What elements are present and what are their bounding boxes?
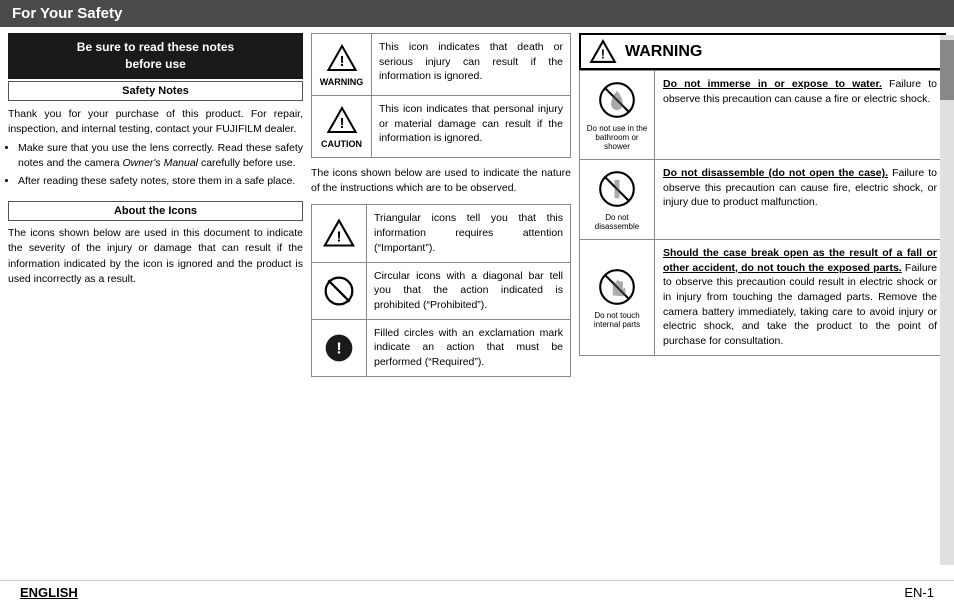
right-icon-cell-2: Do not disassemble <box>580 160 655 239</box>
page-title: For Your Safety <box>12 5 122 22</box>
right-desc-3-bold: Should the case break open as the result… <box>663 247 937 274</box>
warning-row-2: ! CAUTION This icon indicates that perso… <box>312 96 570 157</box>
page-container: For Your Safety Be sure to read these no… <box>0 0 954 604</box>
icons-used-text: The icons shown below are used to indica… <box>311 166 571 196</box>
icon-ex-row-2: Circular icons with a diagonal bar tell … <box>312 263 570 320</box>
icon-ex-desc-3: Filled circles with an exclamation mark … <box>367 320 570 376</box>
warning-title-row: ! WARNING <box>579 33 946 70</box>
right-icon-label-3: Do not touch internal parts <box>584 311 650 329</box>
right-warning-box: Do not use in the bathroom or shower Do … <box>579 70 946 356</box>
body-text: Thank you for your purchase of this prod… <box>8 107 303 137</box>
caution-triangle-icon: ! <box>326 104 358 136</box>
warning-desc-1: This icon indicates that death or seriou… <box>372 34 570 95</box>
right-desc-1: Do not immerse in or expose to water. Fa… <box>655 71 945 159</box>
right-desc-2: Do not disassemble (do not open the case… <box>655 160 945 239</box>
triangle-ex-icon: ! <box>322 218 356 248</box>
caution-label: CAUTION <box>321 139 362 149</box>
no-disassemble-icon <box>596 168 638 210</box>
svg-text:!: ! <box>337 229 342 246</box>
right-icon-cell-1: Do not use in the bathroom or shower <box>580 71 655 159</box>
right-desc-3: Should the case break open as the result… <box>655 240 945 355</box>
right-warning-row-2: Do not disassemble Do not disassemble (d… <box>580 160 945 240</box>
no-water-icon <box>596 79 638 121</box>
warning-title-icon: ! <box>589 39 617 64</box>
icon-examples-table: ! Triangular icons tell you that this in… <box>311 204 571 376</box>
bullet-item-2: After reading these safety notes, store … <box>18 174 303 189</box>
right-warning-row-1: Do not use in the bathroom or shower Do … <box>580 71 945 160</box>
right-desc-2-bold: Do not disassemble (do not open the case… <box>663 167 888 179</box>
svg-text:!: ! <box>339 116 344 132</box>
warning-table: ! WARNING This icon indicates that death… <box>311 33 571 158</box>
safety-header-line2: before use <box>125 57 186 71</box>
middle-column: ! WARNING This icon indicates that death… <box>311 33 571 574</box>
right-column: ! WARNING Do not use in the bathroom or … <box>579 33 946 574</box>
page-header: For Your Safety <box>0 0 954 27</box>
icon-ex-row-3: ! Filled circles with an exclamation mar… <box>312 320 570 376</box>
warning-icon-cell: ! WARNING <box>312 34 372 95</box>
bullet-list: Make sure that you use the lens correctl… <box>8 141 303 193</box>
triangle-ex-cell: ! <box>312 205 367 261</box>
filled-circle-ex-icon: ! <box>323 332 355 364</box>
footer: ENGLISH EN-1 <box>0 580 954 604</box>
warning-title-text: WARNING <box>625 43 702 61</box>
no-touch-icon <box>596 266 638 308</box>
svg-text:!: ! <box>336 340 341 357</box>
icon-ex-desc-1: Triangular icons tell you that this info… <box>367 205 570 261</box>
svg-text:!: ! <box>339 54 344 70</box>
safety-header-line1: Be sure to read these notes <box>77 40 234 54</box>
circle-slash-ex-cell <box>312 263 367 319</box>
about-icons-label: About the Icons <box>8 201 303 221</box>
scrollbar-thumb[interactable] <box>940 40 954 100</box>
footer-language: ENGLISH <box>20 585 78 600</box>
about-icons-text: The icons shown below are used in this d… <box>8 226 303 287</box>
right-warning-row-3: Do not touch internal parts Should the c… <box>580 240 945 355</box>
safety-header-box: Be sure to read these notes before use <box>8 33 303 79</box>
footer-page: EN-1 <box>904 585 934 600</box>
warning-triangle-icon: ! <box>326 42 358 74</box>
right-icon-cell-3: Do not touch internal parts <box>580 240 655 355</box>
left-column: Be sure to read these notes before use S… <box>8 33 303 574</box>
bullet-item-1: Make sure that you use the lens correctl… <box>18 141 303 170</box>
circle-slash-ex-icon <box>323 275 355 307</box>
right-icon-label-2: Do not disassemble <box>584 213 650 231</box>
warning-label: WARNING <box>320 77 364 87</box>
right-desc-1-bold: Do not immerse in or expose to water. <box>663 78 882 90</box>
main-content: Be sure to read these notes before use S… <box>0 27 954 580</box>
svg-text:!: ! <box>601 47 605 61</box>
safety-notes-label: Safety Notes <box>8 81 303 101</box>
icon-ex-desc-2: Circular icons with a diagonal bar tell … <box>367 263 570 319</box>
icon-ex-row-1: ! Triangular icons tell you that this in… <box>312 205 570 262</box>
right-icon-label-1: Do not use in the bathroom or shower <box>584 124 650 151</box>
scrollbar[interactable] <box>940 35 954 565</box>
warning-desc-2: This icon indicates that personal injury… <box>372 96 570 157</box>
warning-row-1: ! WARNING This icon indicates that death… <box>312 34 570 96</box>
caution-icon-cell: ! CAUTION <box>312 96 372 157</box>
filled-circle-ex-cell: ! <box>312 320 367 376</box>
